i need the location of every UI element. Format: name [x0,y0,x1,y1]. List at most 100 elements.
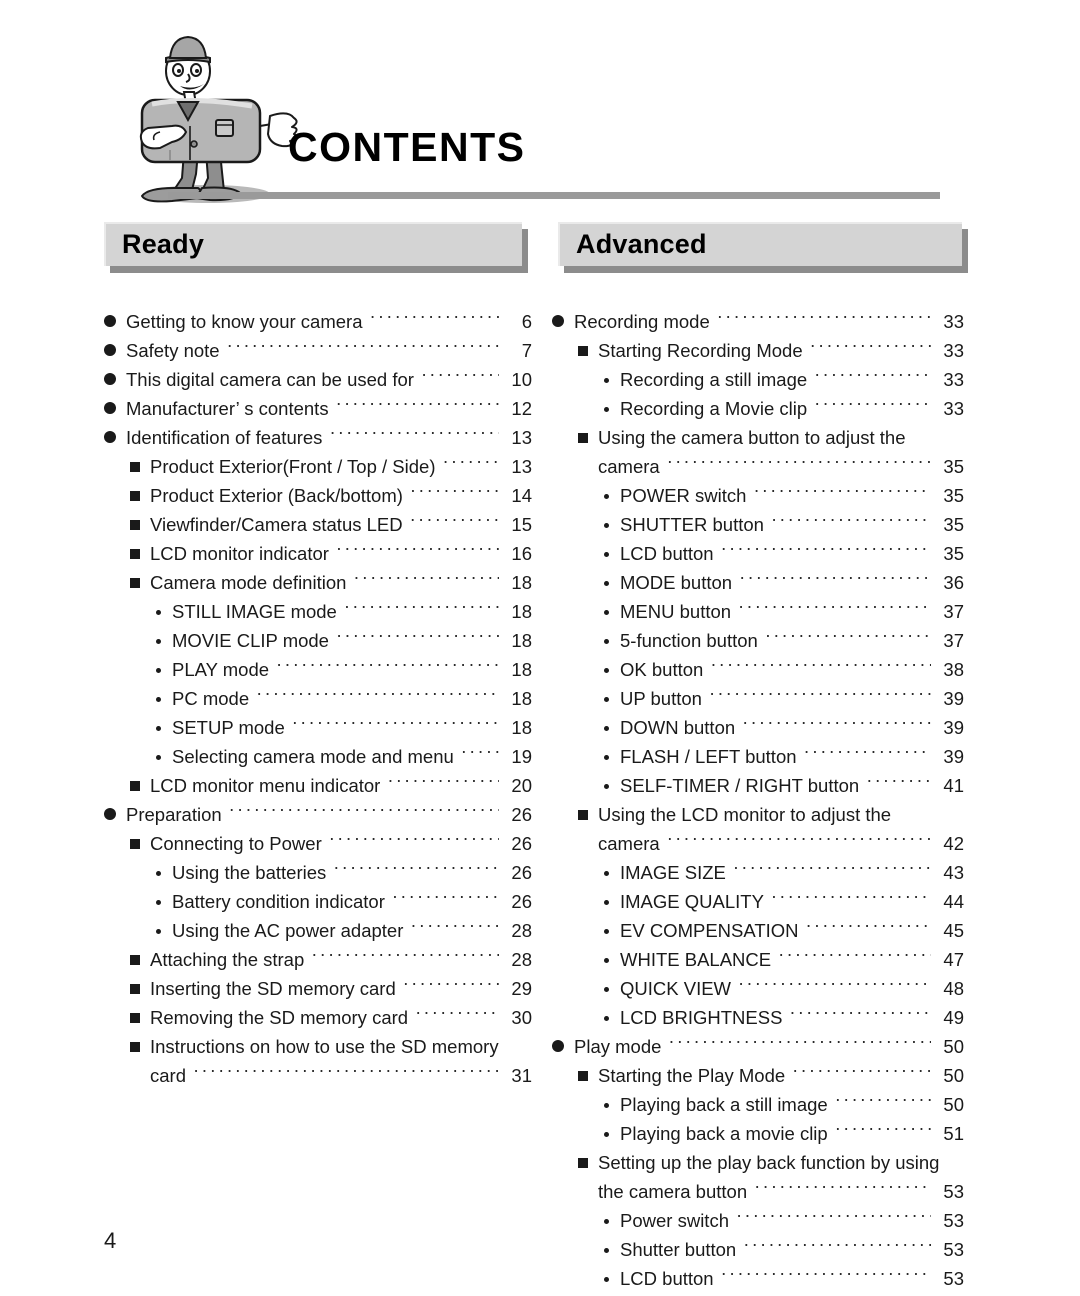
toc-entry[interactable]: Shutter button 53 [552,1238,964,1267]
toc-dot-leader [898,803,931,821]
toc-entry[interactable]: LCD monitor menu indicator 20 [104,774,532,803]
toc-dot-leader [771,890,931,908]
toc-entry[interactable]: Selecting camera mode and menu 19 [104,745,532,774]
toc-entry-page: 39 [943,746,964,767]
toc-entry-page: 42 [943,833,964,854]
camera-mascot-icon [112,28,302,208]
toc-entry[interactable]: LCD button 53 [552,1267,964,1296]
bullet-square-icon [578,427,598,449]
toc-entry[interactable]: This digital camera can be used for 10 [104,368,532,397]
toc-entry-label: PC mode [172,688,250,709]
toc-entry[interactable]: DOWN button 39 [552,716,964,745]
toc-dot-leader [806,919,931,937]
toc-entry[interactable]: camera 42 [552,832,964,861]
toc-entry[interactable]: Viewfinder/Camera status LED 15 [104,513,532,542]
bullet-dot-icon [604,543,620,565]
toc-dot-leader [227,339,499,357]
toc-entry[interactable]: Starting Recording Mode 33 [552,339,964,368]
toc-entry[interactable]: MODE button 36 [552,571,964,600]
toc-entry[interactable]: Battery condition indicator 26 [104,890,532,919]
toc-entry[interactable]: camera 35 [552,455,964,484]
bullet-dot-icon [156,717,172,739]
bullet-dot-icon [604,398,620,420]
toc-entry-label: STILL IMAGE mode [172,601,337,622]
toc-entry-page: 26 [511,862,532,883]
toc-entry[interactable]: MOVIE CLIP mode 18 [104,629,532,658]
toc-entry[interactable]: Instructions on how to use the SD memory [104,1035,532,1064]
bullet-square-icon [578,340,598,362]
toc-entry[interactable]: SHUTTER button 35 [552,513,964,542]
toc-entry-label: SHUTTER button [620,514,764,535]
toc-entry[interactable]: STILL IMAGE mode 18 [104,600,532,629]
toc-entry[interactable]: Using the LCD monitor to adjust the [552,803,964,832]
toc-entry[interactable]: Recording mode 33 [552,310,964,339]
bullet-dot-icon [604,485,620,507]
toc-entry-page: 18 [511,717,532,738]
toc-entry[interactable]: Attaching the strap 28 [104,948,532,977]
toc-dot-leader [276,658,499,676]
toc-entry[interactable]: IMAGE SIZE 43 [552,861,964,890]
toc-entry-label: Using the LCD monitor to adjust the [598,804,892,825]
toc-entry[interactable]: PC mode 18 [104,687,532,716]
toc-entry[interactable]: WHITE BALANCE 47 [552,948,964,977]
toc-entry[interactable]: Removing the SD memory card 30 [104,1006,532,1035]
toc-entry-page: 50 [943,1036,964,1057]
section-header-ready: Ready [104,222,528,273]
toc-entry-label: Play mode [574,1036,662,1057]
toc-entry[interactable]: 5-function button 37 [552,629,964,658]
toc-entry[interactable]: LCD button 35 [552,542,964,571]
toc-entry[interactable]: SETUP mode 18 [104,716,532,745]
toc-entry[interactable]: Camera mode definition 18 [104,571,532,600]
toc-entry[interactable]: Using the AC power adapter 28 [104,919,532,948]
toc-entry[interactable]: QUICK VIEW 48 [552,977,964,1006]
toc-entry[interactable]: the camera button 53 [552,1180,964,1209]
toc-entry[interactable]: Product Exterior(Front / Top / Side) 13 [104,455,532,484]
toc-entry[interactable]: Identification of features 13 [104,426,532,455]
toc-dot-leader [771,513,931,531]
toc-entry-page: 31 [511,1065,532,1086]
toc-dot-leader [753,484,931,502]
toc-entry[interactable]: Using the camera button to adjust the [552,426,964,455]
toc-entry-page: 18 [511,688,532,709]
toc-entry[interactable]: Setting up the play back function by usi… [552,1151,964,1180]
toc-dot-leader [765,629,931,647]
toc-entry[interactable]: Product Exterior (Back/bottom) 14 [104,484,532,513]
toc-entry[interactable]: Recording a still image 33 [552,368,964,397]
toc-entry[interactable]: Getting to know your camera 6 [104,310,532,339]
toc-entry[interactable]: Starting the Play Mode 50 [552,1064,964,1093]
toc-entry[interactable]: OK button 38 [552,658,964,687]
toc-entry[interactable]: POWER switch 35 [552,484,964,513]
toc-entry[interactable]: FLASH / LEFT button 39 [552,745,964,774]
toc-entry[interactable]: Manufacturer’ s contents 12 [104,397,532,426]
toc-entry[interactable]: Playing back a still image 50 [552,1093,964,1122]
toc-entry-label: Identification of features [126,427,323,448]
toc-entry[interactable]: EV COMPENSATION 45 [552,919,964,948]
toc-entry[interactable]: UP button 39 [552,687,964,716]
toc-entry[interactable]: IMAGE QUALITY 44 [552,890,964,919]
bullet-dot-icon [604,920,620,942]
toc-entry[interactable]: SELF-TIMER / RIGHT button 41 [552,774,964,803]
toc-entry-page: 39 [943,717,964,738]
toc-entry-page: 35 [943,456,964,477]
toc-entry[interactable]: Connecting to Power 26 [104,832,532,861]
toc-entry[interactable]: Inserting the SD memory card 29 [104,977,532,1006]
toc-entry-label: Starting Recording Mode [598,340,803,361]
bullet-square-icon [130,949,150,971]
bullet-circle-icon [104,804,126,826]
toc-dot-leader [804,745,931,763]
bullet-dot-icon [604,1123,620,1145]
toc-entry[interactable]: LCD BRIGHTNESS 49 [552,1006,964,1035]
toc-entry[interactable]: card 31 [104,1064,532,1093]
toc-entry[interactable]: Play mode 50 [552,1035,964,1064]
toc-entry-label: WHITE BALANCE [620,949,772,970]
toc-entry[interactable]: Recording a Movie clip 33 [552,397,964,426]
toc-entry[interactable]: Power switch 53 [552,1209,964,1238]
toc-entry[interactable]: Preparation 26 [104,803,532,832]
toc-entry[interactable]: PLAY mode 18 [104,658,532,687]
toc-entry[interactable]: Safety note 7 [104,339,532,368]
toc-entry[interactable]: LCD monitor indicator 16 [104,542,532,571]
bullet-dot-icon [604,746,620,768]
toc-entry[interactable]: Using the batteries 26 [104,861,532,890]
toc-entry[interactable]: Playing back a movie clip 51 [552,1122,964,1151]
toc-entry[interactable]: MENU button 37 [552,600,964,629]
